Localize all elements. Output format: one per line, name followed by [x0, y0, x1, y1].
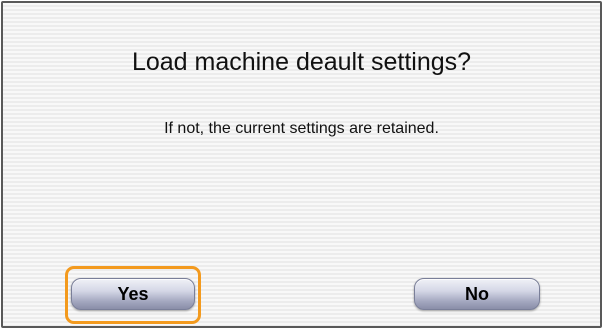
no-button-label: No [465, 283, 489, 304]
yes-button-label: Yes [117, 283, 149, 304]
no-button[interactable]: No [414, 278, 540, 310]
dialog-message: If not, the current settings are retaine… [164, 120, 439, 137]
yes-button[interactable]: Yes [71, 278, 195, 310]
dialog-title: Load machine deault settings? [131, 48, 472, 76]
